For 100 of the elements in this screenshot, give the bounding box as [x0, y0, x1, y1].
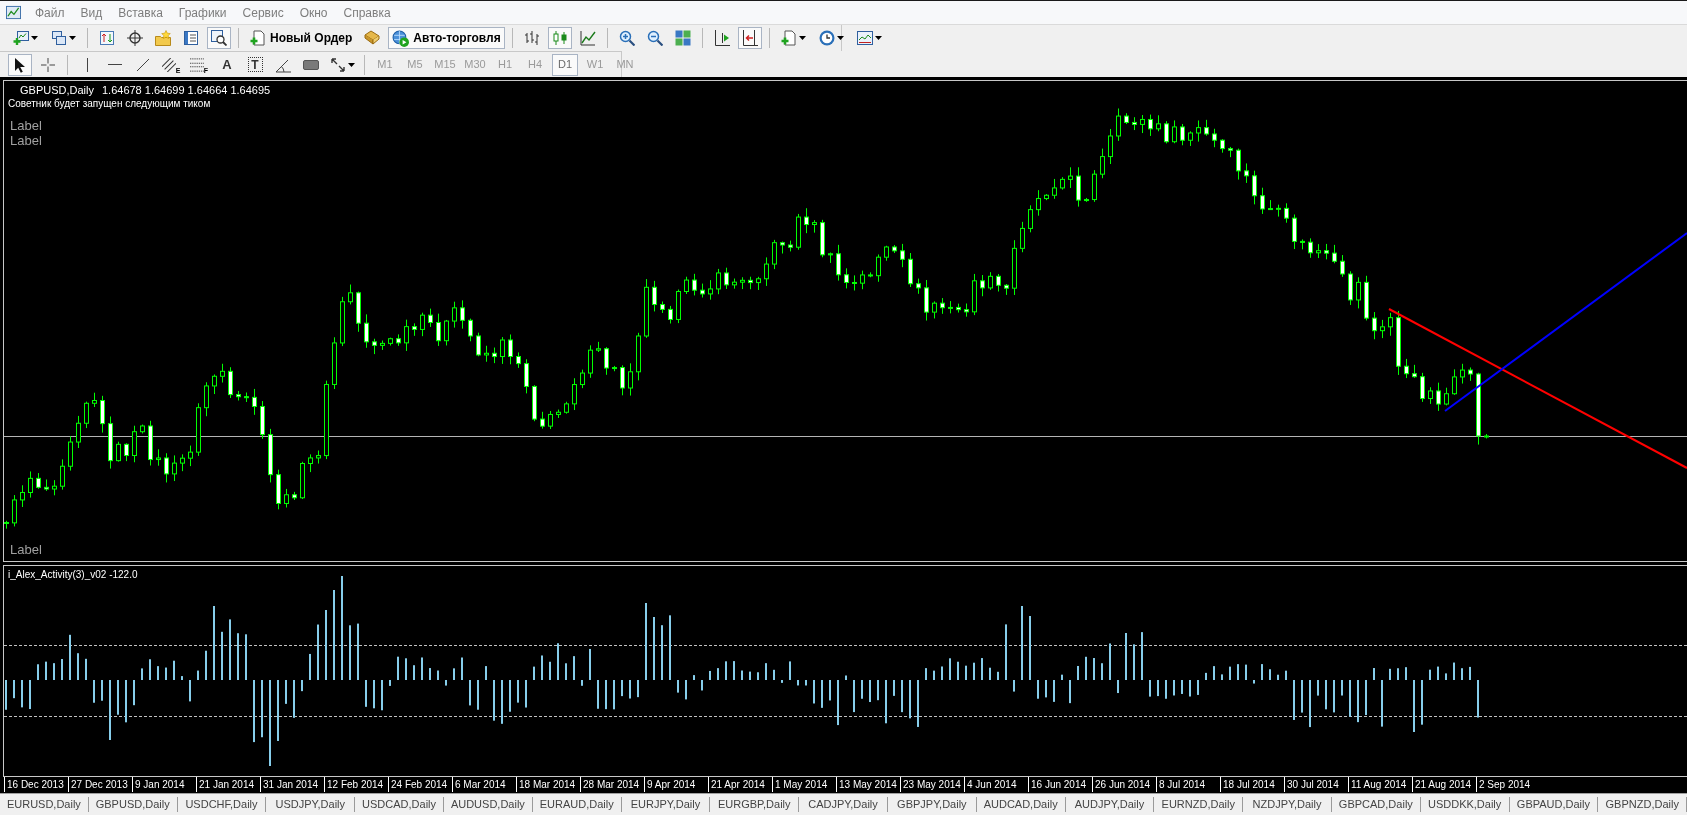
date-label: 9 Apr 2014: [644, 777, 708, 792]
caret-icon: [30, 36, 38, 40]
candlestick-icon: [551, 30, 568, 46]
chart-tab[interactable]: EURJPY,Daily: [621, 797, 711, 812]
autoscroll-button[interactable]: [737, 27, 762, 49]
caret-icon: [68, 36, 76, 40]
crosshair-circle-icon: [127, 30, 143, 46]
chart-shift-icon: [713, 30, 730, 46]
zoom-out-icon: [646, 30, 663, 46]
arrows-window-icon: [99, 30, 115, 46]
trendline-icon: [135, 56, 151, 73]
symbol-label: GBPUSD,Daily: [20, 84, 94, 97]
chart-tab[interactable]: EURAUD,Daily: [532, 797, 622, 812]
date-label: 1 May 2014: [772, 777, 836, 792]
bar-chart-icon: [523, 30, 540, 46]
date-label: 18 Jul 2014: [1220, 777, 1284, 792]
date-label: 31 Jan 2014: [260, 777, 324, 792]
arrows-icon: [329, 56, 346, 73]
magnifier-window-icon: [211, 30, 227, 46]
date-label: 8 Jul 2014: [1156, 777, 1220, 792]
chart-tab[interactable]: GBPUSD,Daily: [88, 797, 178, 812]
chart-tab[interactable]: EURNZD,Daily: [1154, 797, 1244, 812]
chart-tab[interactable]: AUDCAD,Daily: [976, 797, 1066, 812]
price-values: 1.64678 1.64699 1.64664 1.64695: [101, 84, 271, 97]
caret-icon: [347, 62, 355, 67]
chart-label: Label: [10, 133, 42, 148]
strategy-tester-button[interactable]: [207, 27, 231, 49]
document-plus-icon: [781, 30, 798, 46]
text-label-button[interactable]: T: [243, 53, 267, 76]
date-label: 26 Jun 2014: [1092, 777, 1156, 792]
date-label: 27 Dec 2013: [68, 777, 132, 792]
date-label: 16 Jun 2014: [1028, 777, 1092, 792]
book-icon: [364, 30, 381, 46]
menu-item[interactable]: Справка: [335, 2, 399, 23]
date-label: 4 Jun 2014: [964, 777, 1028, 792]
period-button[interactable]: D1: [552, 53, 578, 76]
line-chart-icon: [579, 30, 596, 46]
date-label: 21 Apr 2014: [708, 777, 772, 792]
date-label: 2 Sep 2014: [1476, 777, 1540, 792]
date-label: 21 Jan 2014: [196, 777, 260, 792]
date-label: 23 May 2014: [900, 777, 964, 792]
folder-star-icon: [155, 30, 171, 46]
app-icon: [6, 5, 21, 20]
caret-icon: [837, 36, 845, 40]
document-plus-icon: [250, 30, 266, 46]
menu-item[interactable]: Вставка: [110, 2, 171, 23]
chart-tab[interactable]: NZDJPY,Daily: [1243, 797, 1332, 812]
chart-tab[interactable]: USDDKK,Daily: [1420, 797, 1510, 812]
horizontal-line-icon: [107, 63, 123, 66]
panel-icon: [183, 30, 199, 46]
date-label: 18 Mar 2014: [516, 777, 580, 792]
vertical-line-icon: [85, 56, 89, 73]
auto-trading-button[interactable]: Авто-торговля: [388, 27, 505, 49]
autoscroll-icon: [741, 30, 758, 46]
zoom-in-icon: [618, 30, 635, 46]
caret-icon: [875, 36, 883, 40]
chart-tab[interactable]: USDJPY,Daily: [266, 797, 356, 812]
menu-item[interactable]: Вид: [72, 2, 111, 23]
date-label: 9 Jan 2014: [132, 777, 196, 792]
chart-tab[interactable]: GBPJPY,Daily: [887, 797, 977, 812]
chart-tab[interactable]: AUDJPY,Daily: [1065, 797, 1155, 812]
crosshair-icon: [40, 56, 56, 73]
date-label: 30 Jul 2014: [1284, 777, 1348, 792]
menu-item[interactable]: Файл: [27, 2, 73, 23]
menu-item[interactable]: Сервис: [234, 2, 292, 23]
cursor-button[interactable]: [8, 53, 32, 76]
chart-tab[interactable]: GBPAUD,Daily: [1509, 797, 1599, 812]
chart-label: Label: [10, 118, 42, 133]
text-tool-button[interactable]: A: [215, 53, 239, 76]
menu-item[interactable]: Окно: [291, 2, 336, 23]
date-label: 6 Mar 2014: [452, 777, 516, 792]
expert-status-text: Советник будет запущен следующим тиком: [7, 97, 211, 111]
new-order-button[interactable]: Новый Ордер: [246, 27, 357, 49]
chart-tab[interactable]: EURUSD,Daily: [0, 797, 89, 812]
date-label: 13 May 2014: [836, 777, 900, 792]
date-label: 28 Mar 2014: [580, 777, 644, 792]
date-label: 12 Feb 2014: [324, 777, 388, 792]
chart-label: Label: [9, 542, 42, 559]
chart-tab[interactable]: GBPCAD,Daily: [1331, 797, 1421, 812]
grid-icon: [674, 30, 691, 46]
hatched-lines-icon: [161, 57, 176, 72]
candles-chart-button[interactable]: [547, 27, 572, 49]
dotted-lines-icon: [189, 57, 204, 72]
chart-tab[interactable]: EURGBP,Daily: [710, 797, 800, 812]
rectangle-icon: [303, 59, 319, 70]
chart-tab[interactable]: GBPNZD,Daily: [1598, 797, 1687, 812]
chart-tab[interactable]: USDCAD,Daily: [355, 797, 444, 812]
menu-item[interactable]: Графики: [170, 2, 235, 23]
date-label: 24 Feb 2014: [388, 777, 452, 792]
chart-tab[interactable]: CADJPY,Daily: [799, 797, 888, 812]
date-label: 21 Aug 2014: [1412, 777, 1476, 792]
window-plus-icon: [12, 30, 29, 46]
date-label: 16 Dec 2013: [4, 777, 68, 792]
clock-icon: [819, 30, 836, 46]
indicator-title: i_Alex_Activity(3)_v02 -122.0: [8, 568, 138, 581]
chart-window-icon: [857, 30, 874, 46]
chart-tab[interactable]: USDCHF,Daily: [177, 797, 267, 812]
caret-icon: [799, 36, 807, 40]
date-label: 11 Aug 2014: [1348, 777, 1412, 792]
chart-tab[interactable]: AUDUSD,Daily: [444, 797, 533, 812]
